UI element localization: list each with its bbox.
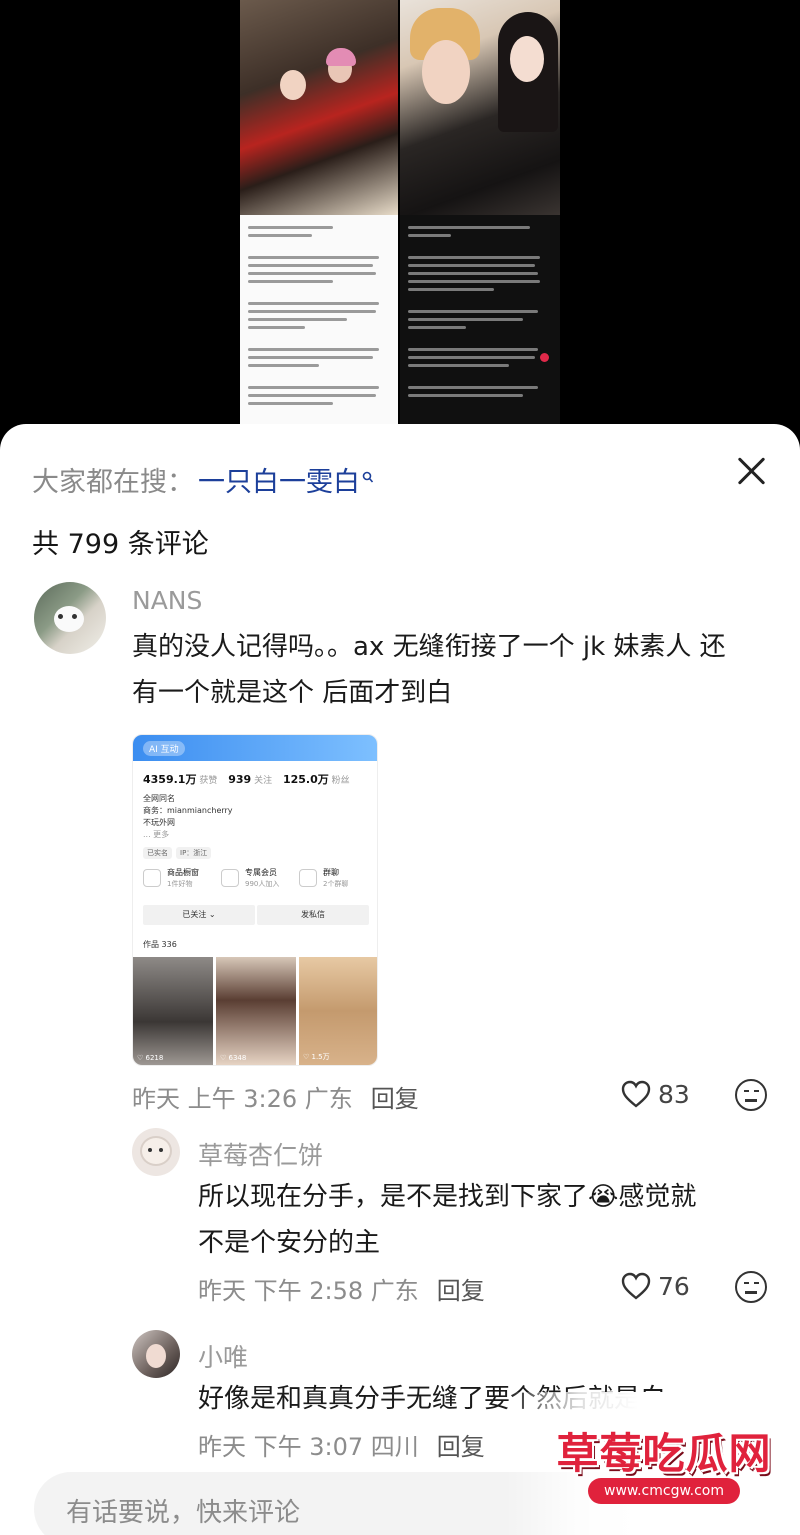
search-term-link[interactable]: 一只白一雯白 [198, 460, 360, 499]
embed-follow-button: 已关注 ⌄ [143, 905, 255, 925]
comment-username[interactable]: 小唯 [198, 1338, 248, 1374]
like-button[interactable]: 76 [620, 1271, 690, 1301]
couple-photo-right [400, 0, 560, 215]
search-prefix: 大家都在搜： [32, 467, 194, 498]
comment-count: 共 799 条评论 [32, 529, 209, 560]
embed-stats: 4359.1万 获赞 939 关注 125.0万 粉丝 [143, 773, 350, 786]
embed-thumb: ♡ 1.5万 [299, 957, 377, 1065]
avatar[interactable] [34, 582, 106, 654]
like-count: 83 [658, 1079, 690, 1109]
search-suggestion[interactable]: 大家都在搜： 一只白一雯白 [32, 460, 374, 499]
like-count: 76 [658, 1271, 690, 1301]
embed-thumb: ♡ 6218 [133, 957, 213, 1065]
text-post-right [400, 215, 560, 440]
comment-image[interactable]: AI 互动 4359.1万 获赞 939 关注 125.0万 粉丝 全网同名 商… [132, 734, 378, 1066]
embed-feature: 专属会员 990人加入 [221, 865, 291, 897]
embed-message-button: 发私信 [257, 905, 369, 925]
comment-text: 所以现在分手，是不是找到下家了😭感觉就 不是个安分的主 [198, 1182, 697, 1258]
heart-icon [621, 1272, 651, 1300]
embed-bio-line: 全网同名 [143, 794, 175, 803]
comment-input-placeholder: 有话要说，快来评论 [66, 1498, 301, 1528]
like-button[interactable]: 83 [620, 1079, 690, 1109]
couple-photo-left [240, 0, 398, 215]
embed-works-label: 作品 336 [143, 940, 177, 949]
comment-meta: 昨天 下午 3:07 四川 回复 [198, 1427, 485, 1462]
preview-image-right [400, 0, 560, 440]
embed-bio-line: 商务：mianmiancherry [143, 806, 233, 815]
dislike-icon[interactable] [735, 1079, 767, 1111]
embed-bio-line: ... 更多 [143, 830, 170, 839]
avatar[interactable] [132, 1128, 180, 1176]
embed-tags: 已实名 IP：浙江 [143, 847, 215, 859]
watermark-logo: 草莓吃瓜网 www.cmcgw.com [548, 1420, 780, 1516]
reply-button[interactable]: 回复 [371, 1085, 419, 1113]
search-icon [362, 470, 374, 489]
embed-bio-line: 不玩外网 [143, 818, 175, 827]
heart-icon [621, 1080, 651, 1108]
screen: 大家都在搜： 一只白一雯白 共 799 条评论 NANS 真的没人记得吗。。ax… [0, 0, 800, 1535]
comment-time: 昨天 下午 3:07 四川 [198, 1433, 419, 1461]
video-preview[interactable] [0, 0, 800, 440]
embed-thumb: ♡ 6348 [216, 957, 296, 1065]
preview-image-left [240, 0, 398, 440]
text-post-left [240, 215, 398, 440]
comment-text: 真的没人记得吗。。ax 无缝衔接了一个 jk 妹素人 还 有一个就是这个 后面才… [132, 632, 726, 708]
reply-button[interactable]: 回复 [437, 1277, 485, 1305]
comment-meta: 昨天 上午 3:26 广东 回复 [132, 1079, 419, 1114]
embed-feature: 群聊 2个群聊 [299, 865, 369, 897]
comment-meta: 昨天 下午 2:58 广东 回复 [198, 1271, 485, 1306]
comment-sheet: 大家都在搜： 一只白一雯白 共 799 条评论 NANS 真的没人记得吗。。ax… [0, 424, 800, 1535]
comment-time: 昨天 上午 3:26 广东 [132, 1085, 353, 1113]
avatar[interactable] [132, 1330, 180, 1378]
reply-button[interactable]: 回复 [437, 1433, 485, 1461]
close-icon[interactable] [736, 456, 766, 486]
comment-time: 昨天 下午 2:58 广东 [198, 1277, 419, 1305]
embed-header: AI 互动 [133, 735, 377, 761]
comment-username[interactable]: NANS [132, 586, 202, 615]
dislike-icon[interactable] [735, 1271, 767, 1303]
embed-feature: 商品橱窗 1件好物 [143, 865, 213, 897]
comment-username[interactable]: 草莓杏仁饼 [198, 1136, 323, 1172]
